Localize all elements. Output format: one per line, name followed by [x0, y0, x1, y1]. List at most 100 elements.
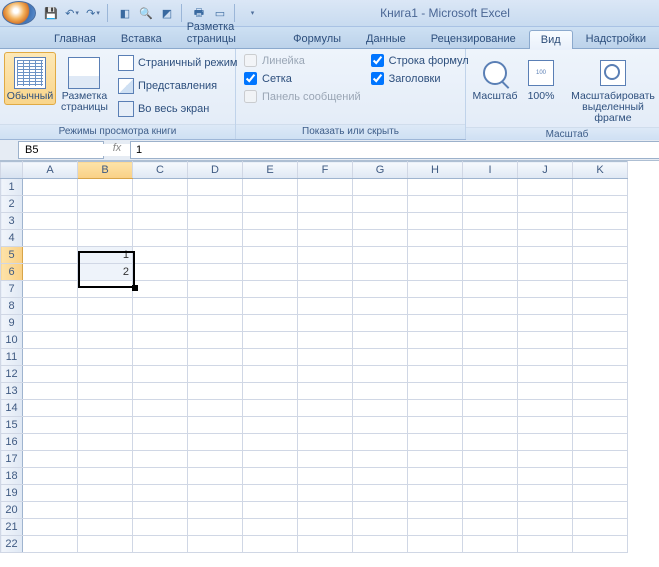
cell[interactable]	[133, 247, 188, 264]
cell[interactable]	[23, 519, 78, 536]
cell[interactable]	[353, 179, 408, 196]
cell[interactable]	[78, 434, 133, 451]
cell[interactable]	[573, 383, 628, 400]
cell[interactable]	[23, 383, 78, 400]
cell[interactable]	[78, 451, 133, 468]
cell[interactable]	[518, 366, 573, 383]
cell[interactable]	[78, 400, 133, 417]
cell[interactable]	[23, 315, 78, 332]
cell[interactable]	[298, 315, 353, 332]
row-header[interactable]: 13	[1, 383, 23, 400]
cell[interactable]	[78, 366, 133, 383]
cell[interactable]	[353, 213, 408, 230]
page-break-preview-button[interactable]: Страничный режим	[113, 52, 243, 74]
cell[interactable]	[133, 315, 188, 332]
fx-icon[interactable]: fx	[108, 142, 126, 159]
cell[interactable]	[188, 281, 243, 298]
cell[interactable]	[298, 451, 353, 468]
cell[interactable]	[463, 247, 518, 264]
row-header[interactable]: 12	[1, 366, 23, 383]
cell[interactable]	[243, 502, 298, 519]
cell[interactable]	[243, 434, 298, 451]
cell[interactable]	[573, 281, 628, 298]
tab-review[interactable]: Рецензирование	[419, 29, 528, 48]
normal-view-button[interactable]: Обычный	[4, 52, 56, 105]
cell[interactable]	[243, 315, 298, 332]
cell[interactable]	[23, 213, 78, 230]
cell[interactable]	[298, 196, 353, 213]
cell[interactable]	[408, 315, 463, 332]
cell[interactable]	[463, 485, 518, 502]
cell[interactable]	[298, 417, 353, 434]
cell[interactable]	[23, 264, 78, 281]
cell[interactable]	[408, 468, 463, 485]
cell[interactable]	[78, 485, 133, 502]
cell[interactable]	[188, 179, 243, 196]
tab-insert[interactable]: Вставка	[109, 29, 174, 48]
headings-checkbox[interactable]: Заголовки	[367, 70, 473, 87]
cell[interactable]	[133, 213, 188, 230]
cell[interactable]	[353, 434, 408, 451]
gridlines-checkbox[interactable]: Сетка	[240, 70, 365, 87]
cell[interactable]	[188, 536, 243, 553]
cell[interactable]	[573, 315, 628, 332]
cell[interactable]	[518, 434, 573, 451]
cell[interactable]	[188, 434, 243, 451]
cell[interactable]	[298, 281, 353, 298]
cell[interactable]	[408, 400, 463, 417]
cell[interactable]	[408, 366, 463, 383]
cell[interactable]	[518, 230, 573, 247]
cell[interactable]	[23, 400, 78, 417]
row-header[interactable]: 9	[1, 315, 23, 332]
cell[interactable]	[243, 400, 298, 417]
formula-bar-check-input[interactable]	[371, 54, 384, 67]
cell[interactable]	[573, 230, 628, 247]
cell[interactable]	[243, 213, 298, 230]
row-header[interactable]: 22	[1, 536, 23, 553]
cell[interactable]	[463, 196, 518, 213]
cell[interactable]	[78, 536, 133, 553]
qat-icon-2[interactable]: 🔍	[137, 4, 155, 22]
column-header[interactable]: K	[573, 162, 628, 179]
cell[interactable]	[243, 247, 298, 264]
cell[interactable]	[408, 485, 463, 502]
row-header[interactable]: 16	[1, 434, 23, 451]
cell[interactable]	[78, 298, 133, 315]
row-header[interactable]: 15	[1, 417, 23, 434]
cell[interactable]	[353, 366, 408, 383]
row-header[interactable]: 4	[1, 230, 23, 247]
cell[interactable]	[188, 213, 243, 230]
zoom-selection-button[interactable]: Масштабировать выделенный фрагме	[562, 52, 659, 127]
full-screen-button[interactable]: Во весь экран	[113, 98, 243, 120]
row-header[interactable]: 5	[1, 247, 23, 264]
cell[interactable]	[188, 230, 243, 247]
custom-views-button[interactable]: Представления	[113, 75, 243, 97]
cell[interactable]	[573, 434, 628, 451]
cell[interactable]	[23, 536, 78, 553]
column-header[interactable]: D	[188, 162, 243, 179]
headings-check-input[interactable]	[371, 72, 384, 85]
tab-formulas[interactable]: Формулы	[281, 29, 353, 48]
cell[interactable]	[573, 536, 628, 553]
cell[interactable]	[78, 315, 133, 332]
cell[interactable]	[188, 349, 243, 366]
page-layout-button[interactable]: Разметка страницы	[58, 52, 111, 116]
cell[interactable]	[133, 417, 188, 434]
cell[interactable]	[133, 434, 188, 451]
cell[interactable]	[243, 298, 298, 315]
cell[interactable]	[573, 332, 628, 349]
cell[interactable]	[463, 298, 518, 315]
cell[interactable]	[573, 213, 628, 230]
cell[interactable]	[408, 332, 463, 349]
cell[interactable]	[353, 536, 408, 553]
cell[interactable]	[573, 468, 628, 485]
spreadsheet-grid[interactable]: ABCDEFGHIJK12345162789101112131415161718…	[0, 161, 659, 567]
cell[interactable]	[353, 417, 408, 434]
cell[interactable]	[188, 298, 243, 315]
cell[interactable]	[23, 485, 78, 502]
cell[interactable]	[408, 213, 463, 230]
row-header[interactable]: 18	[1, 468, 23, 485]
formula-bar-checkbox[interactable]: Строка формул	[367, 52, 473, 69]
cell[interactable]	[408, 298, 463, 315]
cell[interactable]	[353, 332, 408, 349]
